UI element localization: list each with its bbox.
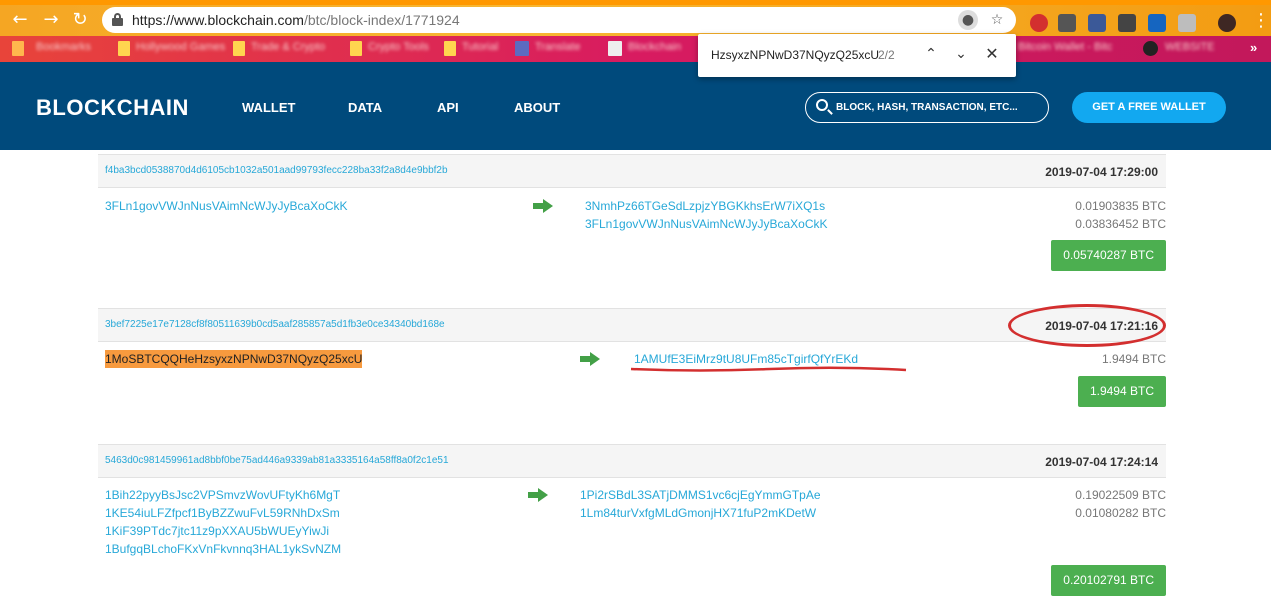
- extension-icon[interactable]: [1118, 14, 1136, 32]
- address-bar[interactable]: https://www.blockchain.com/btc/block-ind…: [102, 7, 1016, 33]
- nav-about[interactable]: ABOUT: [514, 100, 560, 115]
- output-address-link[interactable]: 3NmhPz66TGeSdLzpjzYBGKkhsErW7iXQ1s: [585, 197, 828, 215]
- transaction-total-button[interactable]: 1.9494 BTC: [1077, 376, 1166, 407]
- input-address-link[interactable]: 3FLn1govVWJnNusVAimNcWJyJyBcaXoCkK: [105, 197, 348, 215]
- arrow-left-icon[interactable]: ←: [8, 8, 32, 32]
- arrow-right-icon: [533, 199, 553, 213]
- arrow-right-icon: [580, 352, 600, 366]
- site-search-input[interactable]: BLOCK, HASH, TRANSACTION, ETC...: [805, 92, 1049, 123]
- bookmark-item[interactable]: Bitcoin Wallet - Bitc: [1018, 41, 1112, 57]
- input-address-link[interactable]: 1Bih22pyyBsJsc2VPSmvzWovUFtyKh6MgT: [105, 486, 341, 504]
- bookmarks-bar: Bookmarks Hollywood Games Trade & Crypto…: [0, 36, 1271, 62]
- transaction-inputs: 1MoSBTCQQHeHzsyxzNPNwD37NQyzQ25xcU: [105, 350, 363, 368]
- nav-wallet[interactable]: WALLET: [242, 100, 295, 115]
- reload-icon[interactable]: ↻: [68, 8, 92, 32]
- output-address-link[interactable]: 1Pi2rSBdL3SATjDMMS1vc6cjEgYmmGTpAe: [580, 486, 821, 504]
- site-header: BLOCKCHAIN WALLET DATA API ABOUT BLOCK, …: [0, 62, 1271, 150]
- bookmark-item[interactable]: Bookmarks: [36, 41, 91, 57]
- extension-icon[interactable]: [1058, 14, 1076, 32]
- folder-icon: [444, 41, 456, 56]
- transaction-outputs: 3NmhPz66TGeSdLzpjzYBGKkhsErW7iXQ1s 3FLn1…: [585, 197, 828, 233]
- star-icon[interactable]: ☆: [987, 10, 1007, 30]
- output-amounts: 0.01903835 BTC 0.03836452 BTC: [1075, 197, 1166, 233]
- output-amount: 1.9494 BTC: [1101, 352, 1166, 366]
- transaction-time: 2019-07-04 17:24:14: [1045, 455, 1158, 469]
- site-logo[interactable]: BLOCKCHAIN: [36, 95, 189, 121]
- transaction-total-button[interactable]: 0.20102791 BTC: [1051, 565, 1166, 596]
- find-bar: HzsyxzNPNwD37NQyzQ25xcU 2/2 ⌃ ⌄ ✕: [698, 34, 1016, 77]
- bookmark-item[interactable]: Trade & Crypto: [251, 41, 325, 57]
- transaction-header: f4ba3bcd0538870d4d6105cb1032a501aad99793…: [98, 154, 1166, 188]
- search-placeholder: BLOCK, HASH, TRANSACTION, ETC...: [836, 102, 1018, 113]
- chat-icon: [515, 41, 529, 56]
- output-address-link[interactable]: 3FLn1govVWJnNusVAimNcWJyJyBcaXoCkK: [585, 215, 828, 233]
- wordpress-icon: [1143, 41, 1158, 56]
- kebab-icon[interactable]: ⋮: [1252, 10, 1270, 31]
- bookmark-item[interactable]: Translate: [535, 41, 580, 57]
- output-amount: 0.01903835 BTC: [1075, 199, 1166, 213]
- folder-icon: [233, 41, 245, 56]
- folder-icon: [350, 41, 362, 56]
- output-amounts: 1.9494 BTC: [1102, 350, 1166, 368]
- bookmark-item[interactable]: Hollywood Games: [136, 41, 225, 57]
- arrow-right-icon: [528, 488, 548, 502]
- browser-toolbar: ← → ↻ https://www.blockchain.com/btc/blo…: [0, 5, 1271, 36]
- annotation-underline: [630, 366, 907, 372]
- transaction-total-button[interactable]: 0.05740287 BTC: [1051, 240, 1166, 271]
- url-text: https://www.blockchain.com/btc/block-ind…: [132, 12, 460, 28]
- bookmark-item[interactable]: Blockchain: [628, 41, 681, 57]
- find-input[interactable]: HzsyxzNPNwD37NQyzQ25xcU: [711, 48, 879, 62]
- nav-api[interactable]: API: [437, 100, 459, 115]
- transaction-inputs: 1Bih22pyyBsJsc2VPSmvzWovUFtyKh6MgT 1KE54…: [105, 486, 341, 558]
- folder-icon: [12, 41, 24, 56]
- nav-data[interactable]: DATA: [348, 100, 382, 115]
- lock-icon: [112, 13, 123, 26]
- more-bookmarks-icon[interactable]: »: [1250, 40, 1257, 55]
- output-amount: 0.03836452 BTC: [1075, 217, 1166, 231]
- output-amount: 0.01080282 BTC: [1075, 506, 1166, 520]
- transaction-header: 5463d0c981459961ad8bbf0be75ad446a9339ab8…: [98, 444, 1166, 478]
- input-address-link[interactable]: 1BufgqBLchoFKxVnFkvnnq3HAL1ykSvNZM: [105, 540, 341, 558]
- get-free-wallet-button[interactable]: GET A FREE WALLET: [1072, 92, 1226, 123]
- transaction-time: 2019-07-04 17:29:00: [1045, 165, 1158, 179]
- input-address-link[interactable]: 1KE54iuLFZfpcf1ByBZZwuFvL59RNhDxSm: [105, 504, 341, 522]
- chevron-down-icon[interactable]: ⌄: [950, 43, 972, 65]
- transaction-hash-link[interactable]: 5463d0c981459961ad8bbf0be75ad446a9339ab8…: [105, 455, 449, 466]
- gmail-icon: [608, 41, 622, 56]
- transaction-header: 3bef7225e17e7128cf8f80511639b0cd5aaf2858…: [98, 308, 1166, 342]
- output-address-link[interactable]: 1Lm84turVxfgMLdGmonjHX71fuP2mKDetW: [580, 504, 821, 522]
- bookmark-item[interactable]: WEBSITE: [1165, 41, 1215, 57]
- annotation-ellipse: [1008, 304, 1166, 347]
- find-match-count: 2/2: [878, 48, 895, 62]
- output-amount: 0.19022509 BTC: [1075, 488, 1166, 502]
- search-icon: [816, 99, 828, 111]
- avatar[interactable]: [1218, 14, 1236, 32]
- transaction-hash-link[interactable]: f4ba3bcd0538870d4d6105cb1032a501aad99793…: [105, 165, 448, 176]
- close-icon[interactable]: ✕: [981, 43, 1003, 65]
- transaction-outputs: 1Pi2rSBdL3SATjDMMS1vc6cjEgYmmGTpAe 1Lm84…: [580, 486, 821, 522]
- input-address-link[interactable]: 1KiF39PTdc7jtc11z9pXXAU5bWUEyYiwJi: [105, 522, 341, 540]
- find-in-page-icon[interactable]: ●: [958, 10, 978, 30]
- transaction-hash-link[interactable]: 3bef7225e17e7128cf8f80511639b0cd5aaf2858…: [105, 319, 445, 330]
- folder-icon: [118, 41, 130, 56]
- output-amounts: 0.19022509 BTC 0.01080282 BTC: [1075, 486, 1166, 522]
- chevron-up-icon[interactable]: ⌃: [920, 43, 942, 65]
- bookmark-item[interactable]: Tutorial: [462, 41, 498, 57]
- transaction-inputs: 3FLn1govVWJnNusVAimNcWJyJyBcaXoCkK: [105, 197, 348, 215]
- extension-icon[interactable]: [1178, 14, 1196, 32]
- arrow-right-icon[interactable]: →: [39, 8, 63, 32]
- extension-icon[interactable]: [1030, 14, 1048, 32]
- bookmark-item[interactable]: Crypto Tools: [368, 41, 429, 57]
- extension-icon[interactable]: [1148, 14, 1166, 32]
- input-address-link[interactable]: 1MoSBTCQQHeHzsyxzNPNwD37NQyzQ25xcU: [105, 350, 363, 368]
- extension-icon[interactable]: [1088, 14, 1106, 32]
